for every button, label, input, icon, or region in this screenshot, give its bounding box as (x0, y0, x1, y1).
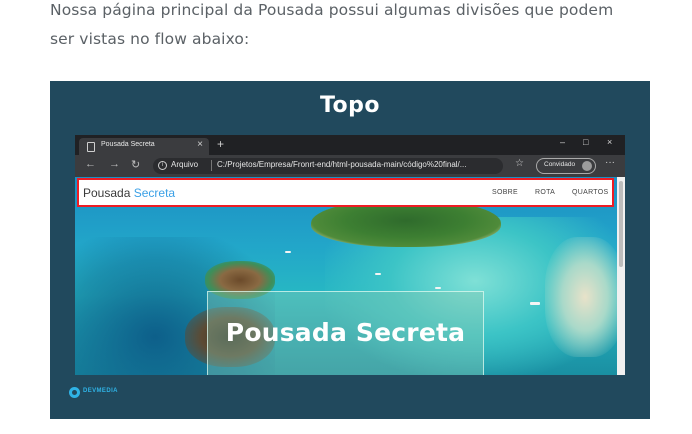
intro-line-2: ser vistas no flow abaixo: (50, 30, 250, 48)
profile-button: Convidado (536, 158, 596, 174)
tab-title: Pousada Secreta (101, 141, 155, 148)
site-logo: Pousada Secreta (83, 186, 175, 200)
scroll-thumb (619, 181, 623, 267)
url-field: i Arquivo C:/Projetos/Empresa/Fronrt-end… (153, 158, 503, 174)
hero-box: Pousada Secreta (207, 291, 484, 375)
url-separator (211, 160, 212, 171)
hero-title: Pousada Secreta (225, 318, 466, 347)
minimize-icon: – (560, 137, 566, 147)
plus-icon: + (217, 137, 225, 151)
logo-main: Pousada (83, 186, 131, 200)
avatar-icon (582, 161, 592, 171)
nav-link-rota: ROTA (535, 189, 556, 196)
star-icon: ☆ (515, 158, 524, 169)
url-text: C:/Projetos/Empresa/Fronrt-end/html-pous… (217, 160, 467, 169)
more-menu-icon: ··· (605, 157, 615, 168)
profile-label: Convidado (544, 161, 576, 168)
url-scheme-label: Arquivo (171, 160, 199, 169)
window-close-icon: × (607, 137, 613, 147)
nav-link-quartos: QUARTOS (572, 189, 609, 196)
forward-arrow-icon: → (109, 158, 120, 170)
boat-image (530, 302, 540, 305)
intro-line-1: Nossa página principal da Pousada possui… (50, 1, 614, 19)
browser-screenshot: Pousada Secreta × + – □ × ← → ↻ i Arquiv… (75, 135, 625, 375)
document-icon (87, 142, 95, 152)
back-arrow-icon: ← (85, 158, 96, 170)
site-scrollbar (617, 177, 625, 375)
browser-addressbar: ← → ↻ i Arquivo C:/Projetos/Empresa/Fron… (75, 155, 625, 177)
page: Nossa página principal da Pousada possui… (0, 0, 692, 434)
intro-paragraph: Nossa página principal da Pousada possui… (50, 0, 670, 54)
boat-image (435, 287, 441, 289)
refresh-icon: ↻ (131, 159, 141, 171)
browser-tab: Pousada Secreta × (79, 138, 209, 155)
boat-image (375, 273, 381, 275)
logo-accent: Secreta (133, 186, 176, 200)
brand-text: DEVMEDIA (83, 388, 118, 394)
site-header-highlighted: Pousada Secreta SOBRE ROTA QUARTOS (77, 178, 614, 207)
info-icon: i (158, 161, 167, 170)
devmedia-logo-icon (69, 387, 80, 398)
topo-figure: Topo Pousada Secreta × + – □ × ← → ↻ i A… (50, 81, 650, 419)
maximize-icon: □ (583, 137, 589, 147)
browser-tabstrip: Pousada Secreta × + – □ × (75, 135, 625, 155)
boat-image (285, 251, 291, 253)
figure-title: Topo (319, 93, 381, 118)
beach-image (545, 237, 625, 357)
close-icon: × (197, 139, 203, 150)
nav-link-sobre: SOBRE (492, 189, 519, 196)
site-viewport: Pousada Secreta SOBRE ROTA QUARTOS Pousa… (75, 177, 625, 375)
